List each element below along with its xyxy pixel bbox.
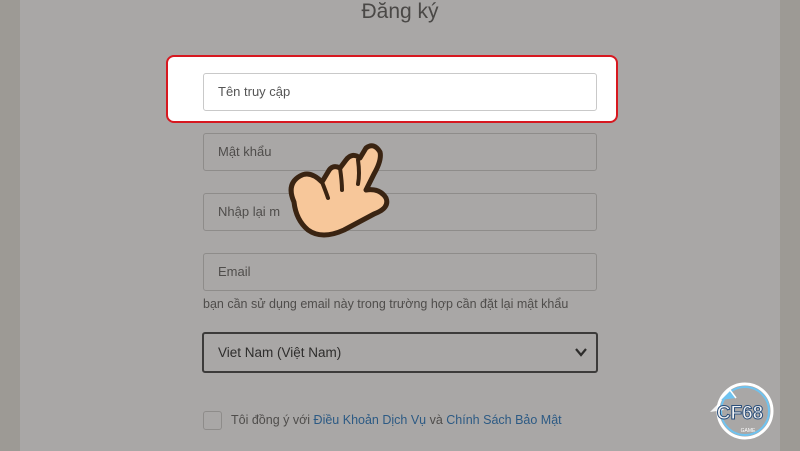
email-helper-text: bạn cần sử dụng email này trong trường h… <box>203 297 569 311</box>
terms-link[interactable]: Điều Khoản Dịch Vụ <box>314 413 427 427</box>
agree-and: và <box>426 413 447 427</box>
page-title: Đăng ký <box>361 0 439 23</box>
left-background <box>0 0 20 451</box>
country-selected-value: Viet Nam (Việt Nam) <box>218 345 342 360</box>
email-input[interactable]: Email <box>203 253 597 291</box>
confirm-password-placeholder: Nhập lại m <box>218 204 281 219</box>
logo-text: CF68 <box>717 403 763 424</box>
agree-checkbox[interactable] <box>203 411 222 430</box>
chevron-down-icon <box>574 334 588 385</box>
brand-logo: CF68 GAME <box>690 378 790 449</box>
password-input[interactable]: Mật khẩu <box>203 133 597 171</box>
confirm-password-input[interactable]: Nhập lại m <box>203 193 597 231</box>
privacy-link[interactable]: Chính Sách Bảo Mật <box>446 413 561 427</box>
pointing-hand-icon <box>282 142 394 247</box>
password-placeholder: Mật khẩu <box>218 144 272 159</box>
username-input[interactable]: Tên truy cập <box>203 73 597 111</box>
email-placeholder: Email <box>218 264 251 279</box>
logo-subtext: GAME <box>741 428 756 434</box>
agree-label: Tôi đồng ý với Điều Khoản Dịch Vụ và Chí… <box>231 413 562 427</box>
agree-prefix: Tôi đồng ý với <box>231 413 314 427</box>
country-select[interactable]: Viet Nam (Việt Nam) <box>202 332 598 373</box>
registration-panel: Đăng ký Tên truy cập Mật khẩu Nhập lại m… <box>20 0 780 451</box>
username-placeholder: Tên truy cập <box>218 84 291 99</box>
